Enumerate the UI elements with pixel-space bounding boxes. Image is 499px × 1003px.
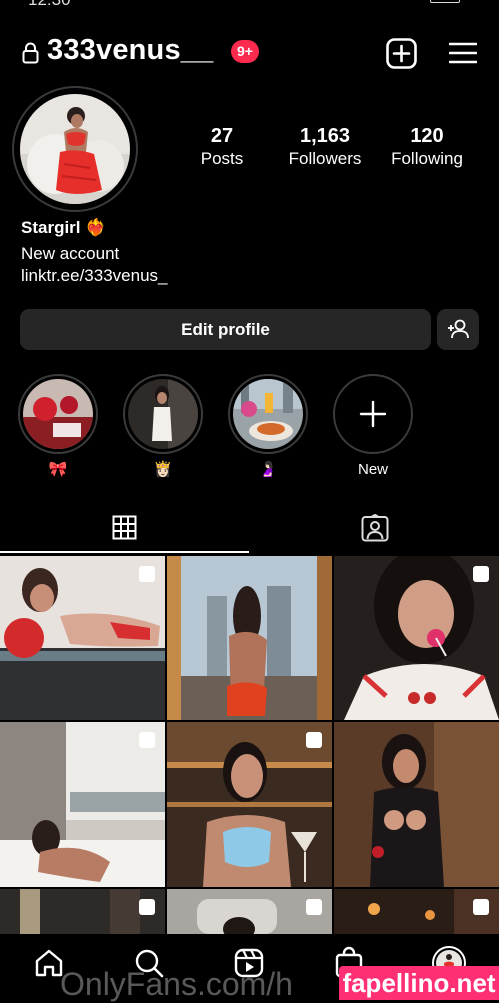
plus-square-icon[interactable] — [386, 38, 417, 69]
post-thumbnail[interactable] — [334, 889, 499, 934]
plus-icon — [359, 400, 387, 428]
highlight-label-2: 👸🏻 — [153, 461, 173, 478]
status-bar: 12:30 — [0, 0, 499, 14]
hamburger-menu-icon[interactable] — [449, 41, 477, 65]
status-time: 12:30 — [28, 0, 71, 10]
bio-display-name: Stargirl ❤️‍🔥 — [21, 218, 107, 237]
watermark-site: fapellino.net — [339, 966, 499, 1000]
notification-badge[interactable]: 9+ — [231, 40, 259, 63]
post-thumbnail[interactable] — [167, 556, 332, 720]
following-label: Following — [391, 149, 463, 168]
multiple-photos-icon — [473, 566, 489, 582]
post-thumbnail[interactable] — [167, 889, 332, 934]
post-thumbnail[interactable] — [0, 556, 165, 720]
bio-text: New account — [21, 244, 120, 263]
following-count: 120 — [410, 125, 444, 147]
stat-posts[interactable]: 27 Posts — [167, 124, 277, 170]
posts-label: Posts — [200, 149, 244, 168]
highlight-cover-3[interactable] — [233, 379, 303, 449]
highlight-cover-2[interactable] — [128, 379, 198, 449]
post-thumbnail[interactable] — [0, 722, 165, 887]
profile-header: 333venus__ 9+ — [0, 30, 499, 78]
username[interactable]: 333venus__ — [47, 34, 213, 67]
add-person-icon — [448, 319, 469, 339]
discover-people-button[interactable] — [437, 309, 479, 350]
post-thumbnail[interactable] — [167, 722, 332, 887]
stat-following[interactable]: 120 Following — [372, 124, 482, 170]
battery-icon — [430, 0, 460, 3]
highlight-cover-1[interactable] — [23, 379, 93, 449]
edit-profile-button[interactable]: Edit profile — [20, 309, 431, 350]
multiple-photos-icon — [473, 899, 489, 915]
multiple-photos-icon — [139, 732, 155, 748]
tagged-icon[interactable] — [361, 514, 389, 542]
multiple-photos-icon — [139, 899, 155, 915]
stat-followers[interactable]: 1,163 Followers — [270, 124, 380, 170]
active-tab-indicator — [0, 551, 249, 553]
multiple-photos-icon — [306, 899, 322, 915]
posts-count: 27 — [210, 125, 234, 147]
grid-icon[interactable] — [112, 515, 137, 540]
new-highlight-button[interactable] — [333, 374, 413, 454]
highlight-label-1: 🎀 — [48, 461, 68, 478]
followers-count: 1,163 — [299, 125, 351, 147]
followers-label: Followers — [288, 149, 362, 168]
post-thumbnail[interactable] — [0, 889, 165, 934]
new-highlight-label: New — [357, 461, 388, 478]
bio-link[interactable]: linktr.ee/333venus_ — [21, 266, 168, 286]
multiple-photos-icon — [306, 732, 322, 748]
watermark-onlyfans: OnlyFans.com/h — [60, 966, 293, 1002]
lock-icon — [22, 42, 39, 64]
multiple-photos-icon — [139, 566, 155, 582]
post-thumbnail[interactable] — [334, 556, 499, 720]
highlight-label-3: 🤰🏻 — [258, 461, 278, 478]
post-thumbnail[interactable] — [334, 722, 499, 887]
avatar[interactable] — [20, 94, 130, 204]
